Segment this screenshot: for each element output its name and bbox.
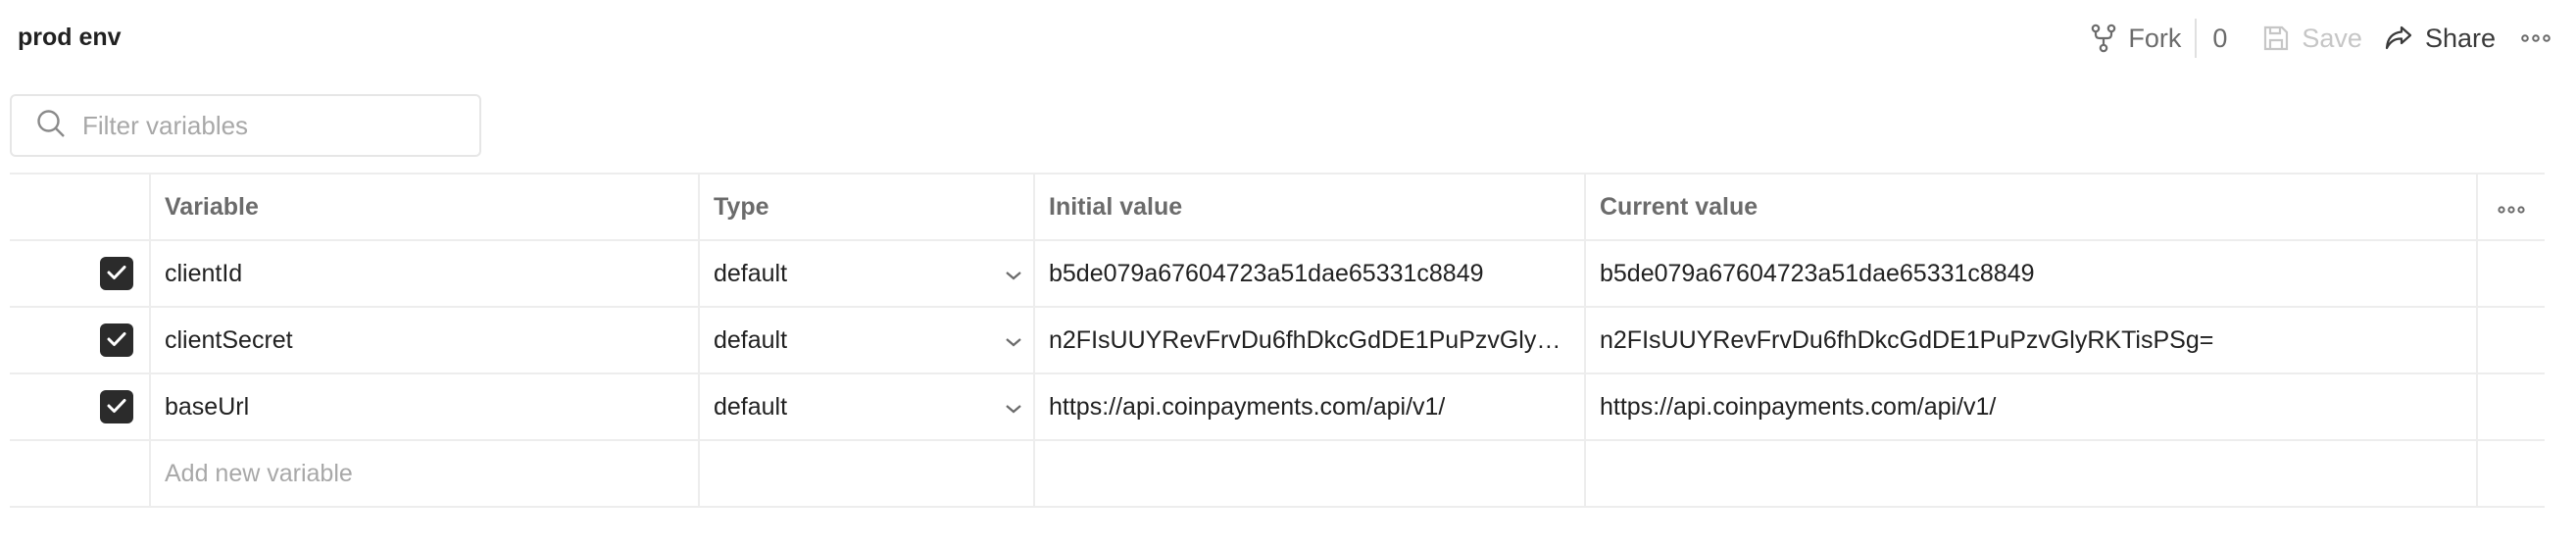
filter-variables-input[interactable] <box>82 110 474 141</box>
row-menu-cell <box>2478 241 2545 306</box>
check-icon <box>106 326 127 355</box>
more-options-button[interactable] <box>2517 14 2576 63</box>
initial-value: b5de079a67604723a51dae65331c8849 <box>1049 259 1484 287</box>
enable-variable-checkbox[interactable] <box>100 323 133 357</box>
table-header-row: Variable Type Initial value Current valu… <box>10 174 2545 241</box>
row-check-cell <box>10 308 151 373</box>
variable-name: clientSecret <box>165 325 293 354</box>
more-horizontal-icon <box>2521 33 2551 43</box>
variable-name: clientId <box>165 259 243 287</box>
column-options-button[interactable] <box>2478 174 2545 239</box>
column-header-initial-value: Initial value <box>1035 174 1586 239</box>
chevron-down-icon <box>1004 260 1023 288</box>
fork-count[interactable]: 0 <box>2195 19 2249 58</box>
empty-current-cell[interactable] <box>1586 441 2478 506</box>
variable-type-value: default <box>714 392 788 421</box>
current-value: https://api.coinpayments.com/api/v1/ <box>1600 392 1997 421</box>
filter-variables-search[interactable] <box>10 94 481 157</box>
check-icon <box>106 260 127 288</box>
current-value: b5de079a67604723a51dae65331c8849 <box>1600 259 2035 287</box>
variables-table: Variable Type Initial value Current valu… <box>10 173 2545 508</box>
row-check-cell <box>10 241 151 306</box>
table-row: clientSecret default n2FIsUUYRevFrvDu6fh… <box>10 308 2545 374</box>
share-label: Share <box>2424 23 2496 53</box>
more-horizontal-icon <box>2498 193 2525 222</box>
share-icon <box>2384 25 2413 52</box>
initial-value: https://api.coinpayments.com/api/v1/ <box>1049 392 1446 421</box>
variable-name-cell[interactable]: clientId <box>151 241 700 306</box>
variable-name-cell[interactable]: baseUrl <box>151 374 700 439</box>
chevron-down-icon <box>1004 393 1023 422</box>
variable-type-cell: default <box>700 308 1035 373</box>
save-label: Save <box>2302 23 2362 53</box>
save-button[interactable]: Save <box>2249 14 2384 63</box>
environment-editor: prod env Fork 0 Save Share Filter variab… <box>0 0 2576 547</box>
variable-type-cell: default <box>700 374 1035 439</box>
fork-button[interactable]: Fork <box>2091 14 2195 63</box>
search-icon <box>35 108 67 144</box>
variable-type-select[interactable]: default <box>714 260 1027 288</box>
column-header-variable: Variable <box>151 174 700 239</box>
save-icon <box>2262 25 2290 52</box>
fork-label: Fork <box>2128 23 2182 53</box>
enable-variable-checkbox[interactable] <box>100 257 133 290</box>
initial-value-cell[interactable]: n2FIsUUYRevFrvDu6fhDkcGdDE1PuPzvGlyRKTis… <box>1035 308 1586 373</box>
add-variable-row: Add new variable <box>10 441 2545 508</box>
current-value-cell[interactable]: n2FIsUUYRevFrvDu6fhDkcGdDE1PuPzvGlyRKTis… <box>1586 308 2478 373</box>
current-value: n2FIsUUYRevFrvDu6fhDkcGdDE1PuPzvGlyRKTis… <box>1600 325 2214 354</box>
add-new-variable-placeholder: Add new variable <box>165 459 353 487</box>
table-row: clientId default b5de079a67604723a51dae6… <box>10 241 2545 308</box>
add-new-variable-cell[interactable]: Add new variable <box>151 441 700 506</box>
empty-type-cell <box>700 441 1035 506</box>
header-actions: Fork 0 Save Share <box>2091 14 2576 63</box>
variable-type-select[interactable]: default <box>714 326 1027 355</box>
variable-name-cell[interactable]: clientSecret <box>151 308 700 373</box>
variable-type-select[interactable]: default <box>714 393 1027 422</box>
row-menu-cell <box>2478 308 2545 373</box>
current-value-cell[interactable]: https://api.coinpayments.com/api/v1/ <box>1586 374 2478 439</box>
environment-header: prod env Fork 0 Save Share <box>0 0 2576 78</box>
row-check-cell <box>10 441 151 506</box>
variable-type-value: default <box>714 325 788 354</box>
check-icon <box>106 393 127 422</box>
chevron-down-icon <box>1004 326 1023 355</box>
variable-type-value: default <box>714 259 788 287</box>
initial-value-cell[interactable]: https://api.coinpayments.com/api/v1/ <box>1035 374 1586 439</box>
initial-value: n2FIsUUYRevFrvDu6fhDkcGdDE1PuPzvGlyRKTis… <box>1049 325 1568 354</box>
initial-value-cell[interactable]: b5de079a67604723a51dae65331c8849 <box>1035 241 1586 306</box>
column-header-current-value: Current value <box>1586 174 2478 239</box>
column-header-type: Type <box>700 174 1035 239</box>
row-check-cell <box>10 374 151 439</box>
header-check-cell <box>10 174 151 239</box>
table-row: baseUrl default https://api.coinpayments… <box>10 374 2545 441</box>
environment-name[interactable]: prod env <box>18 24 122 52</box>
row-menu-cell <box>2478 441 2545 506</box>
variable-name: baseUrl <box>165 392 250 421</box>
empty-initial-cell[interactable] <box>1035 441 1586 506</box>
row-menu-cell <box>2478 374 2545 439</box>
share-button[interactable]: Share <box>2384 14 2517 63</box>
variable-type-cell: default <box>700 241 1035 306</box>
enable-variable-checkbox[interactable] <box>100 390 133 423</box>
fork-icon <box>2091 24 2116 53</box>
current-value-cell[interactable]: b5de079a67604723a51dae65331c8849 <box>1586 241 2478 306</box>
